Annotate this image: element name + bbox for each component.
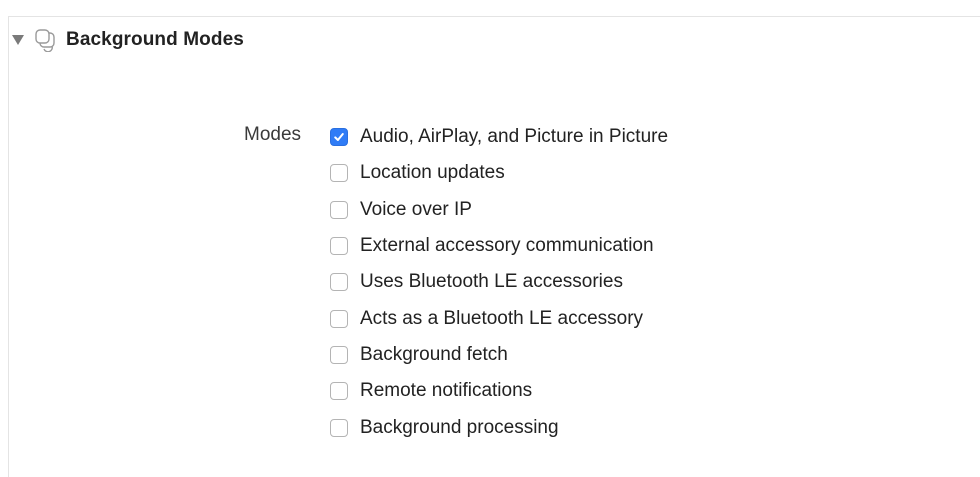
mode-label: Remote notifications [360, 380, 533, 402]
mode-checkbox[interactable] [330, 273, 348, 292]
mode-label: External accessory communication [360, 235, 654, 257]
section-title: Background Modes [66, 29, 244, 50]
mode-label: Audio, AirPlay, and Picture in Picture [360, 126, 669, 148]
mode-label: Background processing [360, 416, 559, 438]
mode-checkbox[interactable] [330, 237, 348, 256]
mode-checkbox[interactable] [330, 418, 348, 437]
mode-item[interactable]: Location updates [330, 155, 668, 191]
mode-item[interactable]: Background fetch [330, 337, 668, 373]
mode-item[interactable]: Voice over IP [330, 192, 668, 228]
section-header: Background Modes [12, 26, 244, 54]
mode-label: Background fetch [360, 343, 508, 365]
mode-item[interactable]: Uses Bluetooth LE accessories [330, 264, 668, 300]
mode-item[interactable]: External accessory communication [330, 228, 668, 264]
capability-icon [32, 27, 58, 53]
mode-checkbox[interactable] [330, 309, 348, 328]
mode-label: Voice over IP [360, 198, 472, 220]
mode-checkbox[interactable] [330, 128, 348, 147]
mode-checkbox[interactable] [330, 200, 348, 219]
modes-list: Audio, AirPlay, and Picture in Picture Lo… [330, 119, 668, 446]
mode-checkbox[interactable] [330, 164, 348, 183]
mode-label: Acts as a Bluetooth LE accessory [360, 307, 644, 329]
mode-item[interactable]: Audio, AirPlay, and Picture in Picture [330, 119, 668, 155]
mode-label: Location updates [360, 162, 505, 184]
mode-checkbox[interactable] [330, 345, 348, 364]
mode-label: Uses Bluetooth LE accessories [360, 271, 623, 293]
mode-checkbox[interactable] [330, 382, 348, 401]
disclosure-triangle-icon[interactable] [12, 35, 24, 45]
mode-item[interactable]: Background processing [330, 409, 668, 445]
modes-label: Modes [244, 124, 302, 145]
checkmark-icon [334, 133, 344, 142]
mode-item[interactable]: Acts as a Bluetooth LE accessory [330, 300, 668, 336]
mode-item[interactable]: Remote notifications [330, 373, 668, 409]
